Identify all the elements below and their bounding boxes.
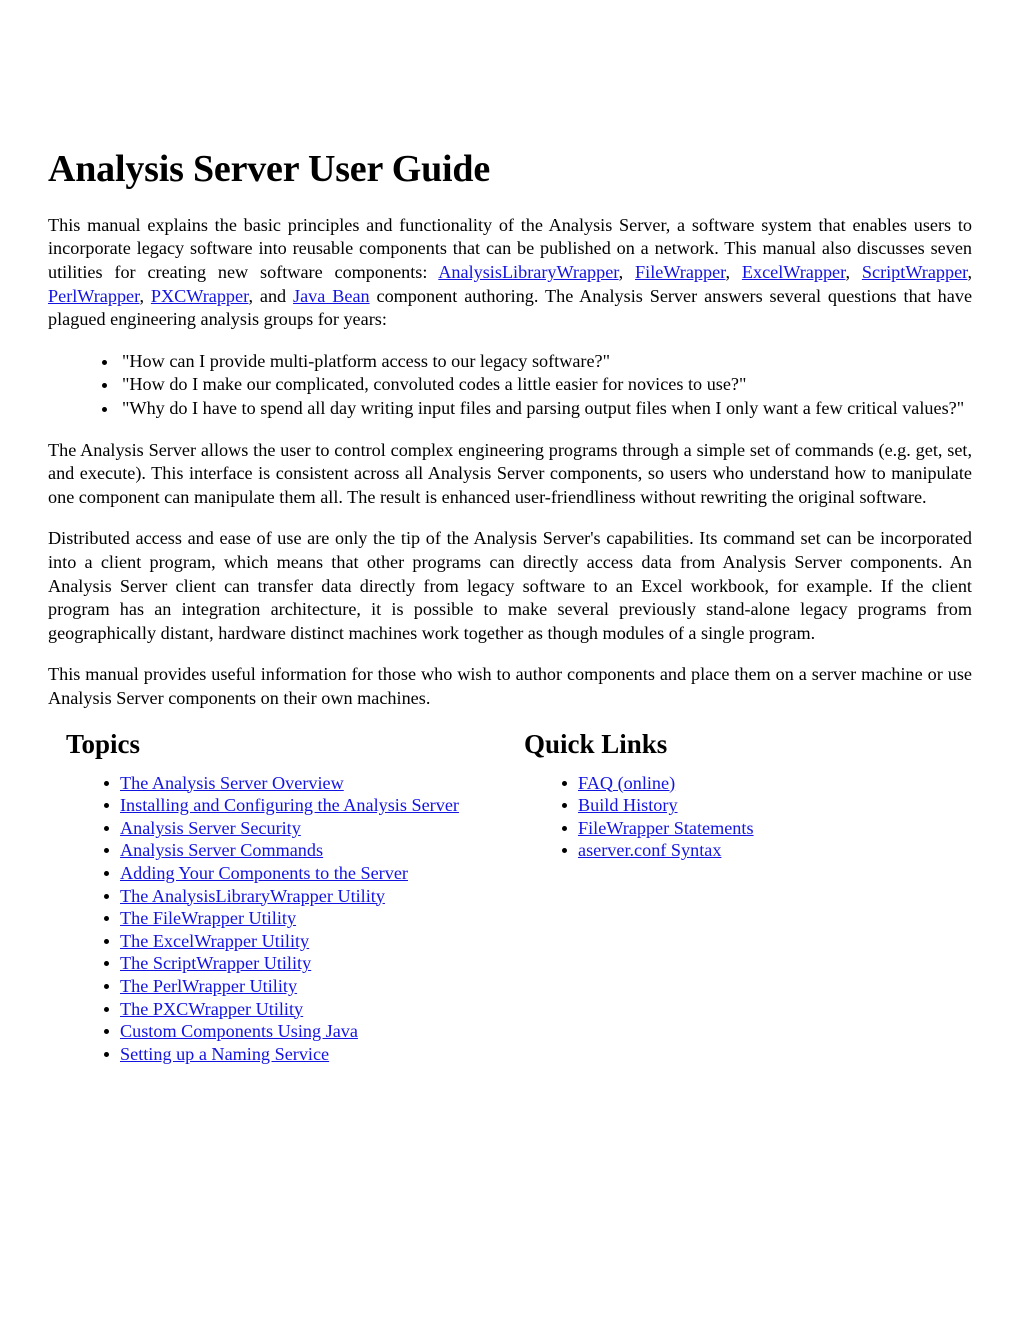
separator-3: , [845, 262, 862, 283]
topic-link-custom-components-using-java[interactable]: Custom Components Using Java [120, 1021, 358, 1041]
quick-link-aserver-conf-syntax[interactable]: aserver.conf Syntax [578, 840, 721, 860]
quick-link-build-history[interactable]: Build History [578, 795, 678, 815]
list-item: FileWrapper Statements [560, 817, 964, 840]
list-item: The FileWrapper Utility [102, 907, 524, 930]
link-excelwrapper[interactable]: ExcelWrapper [742, 262, 846, 282]
list-item: The ExcelWrapper Utility [102, 930, 524, 953]
list-item: "How do I make our complicated, convolut… [100, 373, 972, 397]
topic-link-analysislibrarywrapper-utility[interactable]: The AnalysisLibraryWrapper Utility [120, 886, 385, 906]
list-item: Analysis Server Security [102, 817, 524, 840]
separator-5: , [139, 285, 151, 306]
topic-link-adding-your-components[interactable]: Adding Your Components to the Server [120, 863, 408, 883]
list-item: The ScriptWrapper Utility [102, 952, 524, 975]
paragraph-commands: The Analysis Server allows the user to c… [48, 439, 972, 507]
topic-link-analysis-server-security[interactable]: Analysis Server Security [120, 818, 301, 838]
link-pxcwrapper[interactable]: PXCWrapper [151, 286, 249, 306]
topics-column: Topics The Analysis Server Overview Inst… [48, 729, 524, 1066]
paragraph-distributed-access: Distributed access and ease of use are o… [48, 528, 972, 643]
quick-link-faq-online[interactable]: FAQ (online) [578, 773, 675, 793]
topics-heading: Topics [66, 728, 141, 759]
link-scriptwrapper[interactable]: ScriptWrapper [862, 262, 968, 282]
separator-2: , [725, 262, 742, 283]
list-item: The PerlWrapper Utility [102, 975, 524, 998]
topic-link-excelwrapper-utility[interactable]: The ExcelWrapper Utility [120, 931, 309, 951]
link-analysislibrarywrapper[interactable]: AnalysisLibraryWrapper [438, 262, 618, 282]
separator-1: , [618, 262, 636, 283]
link-perlwrapper[interactable]: PerlWrapper [48, 286, 139, 306]
topic-link-analysis-server-commands[interactable]: Analysis Server Commands [120, 840, 323, 860]
list-item: The AnalysisLibraryWrapper Utility [102, 885, 524, 908]
list-item: Setting up a Naming Service [102, 1043, 524, 1066]
intro-paragraph: This manual explains the basic principle… [48, 214, 972, 332]
topic-link-setting-up-naming-service[interactable]: Setting up a Naming Service [120, 1044, 329, 1064]
topic-link-scriptwrapper-utility[interactable]: The ScriptWrapper Utility [120, 953, 311, 973]
list-item: The Analysis Server Overview [102, 772, 524, 795]
separator-6: , and [248, 285, 294, 306]
paragraph-manual-scope: This manual provides useful information … [48, 664, 972, 708]
links-columns: Topics The Analysis Server Overview Inst… [48, 729, 972, 1066]
list-item: The PXCWrapper Utility [102, 998, 524, 1021]
quick-links-heading: Quick Links [524, 728, 668, 759]
quick-links-column: Quick Links FAQ (online) Build History F… [524, 729, 964, 862]
topic-link-installing-and-configuring[interactable]: Installing and Configuring the Analysis … [120, 795, 459, 815]
list-item: Adding Your Components to the Server [102, 862, 524, 885]
document-page: Analysis Server User Guide This manual e… [0, 0, 1020, 1320]
questions-list: "How can I provide multi-platform access… [48, 350, 972, 421]
quick-link-filewrapper-statements[interactable]: FileWrapper Statements [578, 818, 754, 838]
quick-links-list: FAQ (online) Build History FileWrapper S… [524, 772, 964, 862]
topic-link-analysis-server-overview[interactable]: The Analysis Server Overview [120, 773, 344, 793]
list-item: Build History [560, 794, 964, 817]
link-java-bean[interactable]: Java Bean [293, 286, 370, 306]
link-filewrapper[interactable]: FileWrapper [635, 262, 725, 282]
topic-link-perlwrapper-utility[interactable]: The PerlWrapper Utility [120, 976, 297, 996]
separator-4: , [967, 262, 973, 283]
topic-link-pxcwrapper-utility[interactable]: The PXCWrapper Utility [120, 999, 303, 1019]
topics-list: The Analysis Server Overview Installing … [48, 772, 524, 1066]
list-item: FAQ (online) [560, 772, 964, 795]
list-item: Custom Components Using Java [102, 1020, 524, 1043]
list-item: "How can I provide multi-platform access… [100, 350, 972, 374]
list-item: Installing and Configuring the Analysis … [102, 794, 524, 817]
list-item: Analysis Server Commands [102, 839, 524, 862]
topic-link-filewrapper-utility[interactable]: The FileWrapper Utility [120, 908, 296, 928]
list-item: aserver.conf Syntax [560, 839, 964, 862]
list-item: "Why do I have to spend all day writing … [100, 397, 972, 421]
page-title: Analysis Server User Guide [48, 148, 491, 190]
